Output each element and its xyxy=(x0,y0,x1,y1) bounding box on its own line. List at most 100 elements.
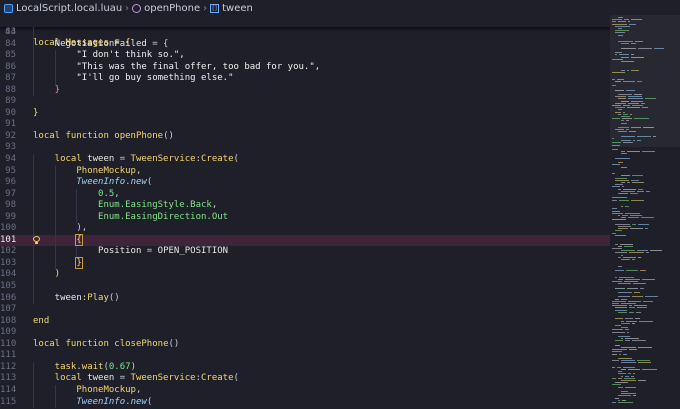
code-text: end xyxy=(33,316,49,328)
minimap-line xyxy=(631,100,643,102)
minimap-line xyxy=(631,54,634,56)
code-token: function xyxy=(65,338,115,349)
line-number: 98 xyxy=(5,200,16,211)
indent-guide xyxy=(33,165,34,178)
code-line[interactable]: 93 xyxy=(0,142,610,154)
code-line[interactable]: 111 xyxy=(0,350,610,362)
code-token: openPhone xyxy=(114,130,164,141)
code-line[interactable]: 114 PhoneMockup, xyxy=(0,384,610,397)
code-token: NegotiationFailed xyxy=(54,38,147,49)
code-line[interactable]: 103} xyxy=(0,256,610,270)
line-number: 111 xyxy=(0,350,17,361)
minimap-line xyxy=(632,223,636,225)
minimap[interactable] xyxy=(610,15,680,409)
code-line[interactable]: 101 { xyxy=(0,233,610,247)
code-line[interactable]: 112 task.wait(0.67) xyxy=(0,361,610,374)
minimap-line xyxy=(653,135,656,137)
code-line[interactable]: 89 xyxy=(0,96,610,108)
indent-guide xyxy=(33,50,34,62)
lightbulb-icon[interactable] xyxy=(33,235,40,244)
minimap-line xyxy=(615,80,621,82)
minimap-line xyxy=(626,129,629,131)
code-token: OPEN_POSITION xyxy=(157,246,229,257)
minimap-line xyxy=(621,320,624,322)
code-line[interactable]: 84 NegotiationFailed = { xyxy=(0,38,610,51)
code-line[interactable]: 104) xyxy=(0,269,610,282)
code-line[interactable]: 115 TweenInfo.new( xyxy=(0,396,610,409)
code-line[interactable]: 88} xyxy=(0,84,610,97)
code-line[interactable]: 85 "I don't think so.", xyxy=(0,50,610,62)
code-text: local tween = TweenService:Create( xyxy=(55,373,239,385)
indent-guide xyxy=(33,373,34,385)
line-number: 87 xyxy=(5,73,16,84)
code-text: "I don't think so.", xyxy=(76,50,184,62)
line-number: 109 xyxy=(0,327,17,338)
code-line[interactable]: 110 local function closePhone() xyxy=(0,339,610,351)
code-token: Enum.EasingDirection.Out xyxy=(98,211,229,222)
breadcrumb-variable[interactable]: tween xyxy=(222,3,253,14)
code-line[interactable]: 113 local tween = TweenService:Create( xyxy=(0,373,610,385)
code-line[interactable]: 94 local tween = TweenService:Create( xyxy=(0,154,610,166)
minimap-line xyxy=(618,377,622,379)
minimap-line xyxy=(623,188,636,190)
minimap-line xyxy=(618,402,633,403)
indent-guide xyxy=(54,257,56,270)
indent-guide xyxy=(33,292,34,305)
minimap-line xyxy=(621,206,623,208)
indent-guide xyxy=(33,384,34,397)
minimap-line xyxy=(621,360,635,362)
code-line[interactable]: 97 0.5, xyxy=(0,188,610,201)
code-line[interactable]: 105 xyxy=(0,281,610,293)
minimap-line xyxy=(617,78,624,80)
code-line[interactable]: 108 end xyxy=(0,316,610,328)
breadcrumb-file[interactable]: LocalScript.local.luau xyxy=(16,3,122,14)
minimap-line xyxy=(618,113,621,115)
minimap-line xyxy=(615,287,625,289)
minimap-line xyxy=(615,382,628,384)
code-line[interactable]: 100), xyxy=(0,223,610,235)
code-line[interactable]: 96 TweenInfo.new( xyxy=(0,177,610,189)
minimap-line xyxy=(634,305,647,307)
code-line[interactable]: 92 local function openPhone() xyxy=(0,131,610,143)
minimap-line xyxy=(615,252,627,254)
sticky-scroll-header[interactable]: 44 local Messages = { xyxy=(0,15,610,48)
indent-guide xyxy=(76,188,78,201)
code-line[interactable]: 91 xyxy=(0,119,610,131)
indent-guide xyxy=(33,396,34,409)
code-line[interactable]: 107 xyxy=(0,304,610,316)
minimap-line xyxy=(630,215,642,216)
minimap-line xyxy=(615,397,619,399)
code-line[interactable]: 99 Enum.EasingDirection.Out xyxy=(0,211,610,224)
minimap-line xyxy=(630,228,643,230)
minimap-line xyxy=(638,347,652,348)
function-icon xyxy=(132,3,142,13)
code-line[interactable]: 95 PhoneMockup, xyxy=(0,165,610,178)
code-line[interactable]: 86 "This was the final offer, too bad for… xyxy=(0,61,610,74)
code-editor[interactable]: 83 84 NegotiationFailed = {85 "I don't thin… xyxy=(0,27,610,409)
code-line[interactable]: 90} xyxy=(0,108,610,120)
minimap-line xyxy=(612,384,621,386)
minimap-line xyxy=(621,303,636,304)
minimap-line xyxy=(625,318,633,320)
minimap-line xyxy=(612,78,615,80)
minimap-line xyxy=(615,89,624,91)
minimap-line xyxy=(631,127,641,128)
minimap-line xyxy=(621,393,636,395)
minimap-line xyxy=(654,47,664,49)
code-line[interactable]: 102 Position = OPEN_POSITION xyxy=(0,246,610,258)
line-number: 99 xyxy=(5,211,16,222)
minimap-line xyxy=(628,300,641,302)
indent-guide xyxy=(33,361,34,374)
code-line[interactable]: 106 tween:Play() xyxy=(0,292,610,305)
code-line[interactable]: 98 Enum.EasingStyle.Back, xyxy=(0,200,610,212)
minimap-line xyxy=(621,151,625,153)
code-line[interactable]: 83 xyxy=(0,27,610,39)
minimap-line xyxy=(615,30,629,32)
code-line[interactable]: 109 xyxy=(0,327,610,339)
minimap-line xyxy=(612,305,627,307)
indent-guide xyxy=(33,27,34,39)
minimap-line xyxy=(629,349,637,351)
code-line[interactable]: 87 "I'll go buy something else." xyxy=(0,73,610,85)
breadcrumb-function[interactable]: openPhone xyxy=(144,3,200,14)
code-token: wait xyxy=(81,361,104,372)
